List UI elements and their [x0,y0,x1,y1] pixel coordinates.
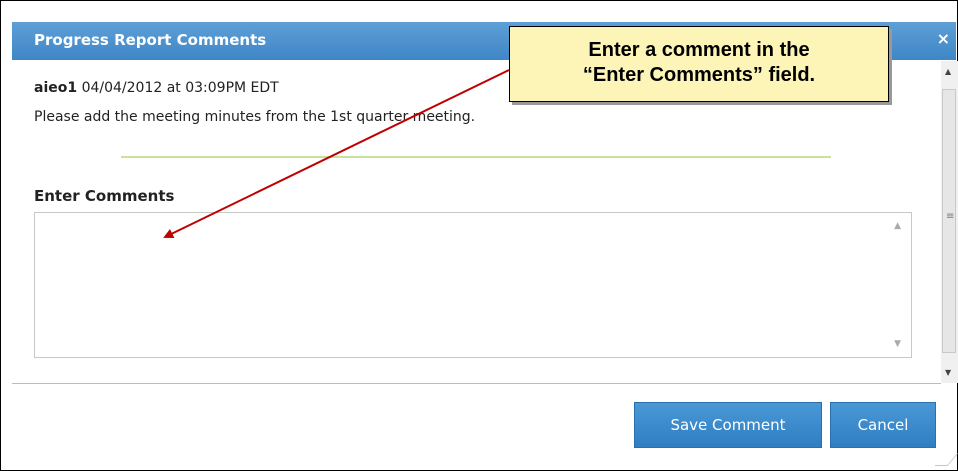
arrow-line [163,69,510,239]
annotation-arrow [163,69,510,239]
